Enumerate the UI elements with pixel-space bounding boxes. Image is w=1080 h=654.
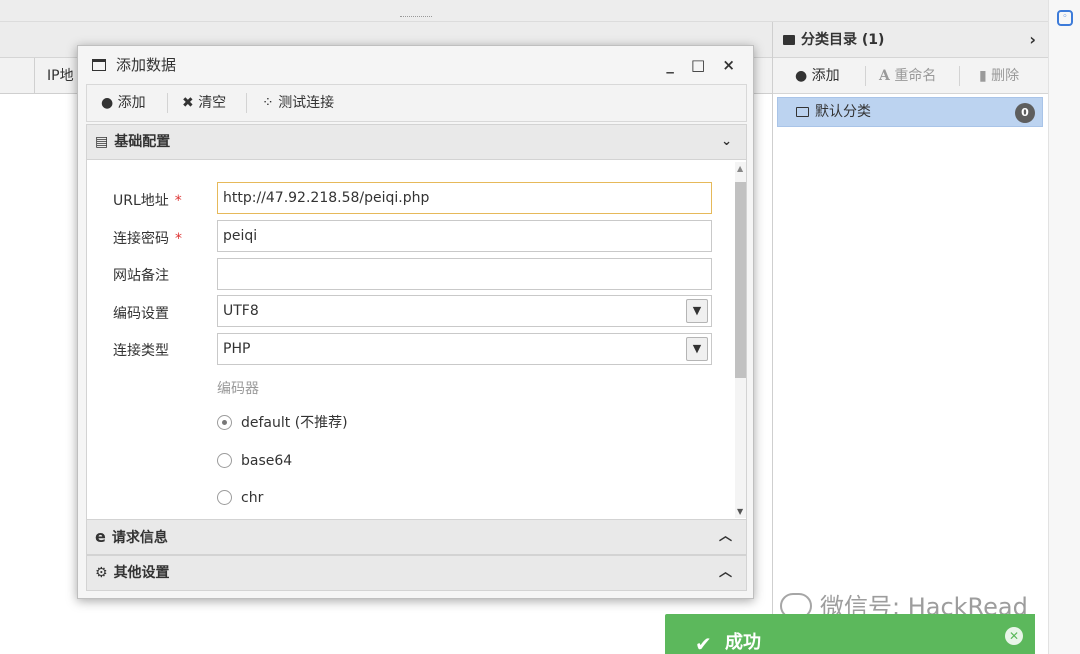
section-other-label: 其他设置 xyxy=(113,565,170,581)
dialog-add-button[interactable]: ● 添加 xyxy=(101,85,146,121)
section-basic-label: 基础配置 xyxy=(114,134,171,150)
category-item-default[interactable]: 默认分类 0 xyxy=(777,97,1043,127)
clear-label: 清空 xyxy=(198,95,227,111)
category-item-label: 默认分类 xyxy=(815,104,871,120)
gears-icon: ⚙ xyxy=(95,565,108,581)
toast-message: 成功 xyxy=(725,632,761,653)
top-strip xyxy=(0,0,1048,22)
success-toast: ✔ 成功 ✕ xyxy=(665,614,1035,654)
note-input[interactable] xyxy=(217,258,712,290)
toolbar-divider xyxy=(167,93,168,113)
chevron-up-icon: ︿ xyxy=(718,529,732,544)
encoder-label: 编码器 xyxy=(217,381,259,397)
basic-config-form: URL地址 * http://47.92.218.58/peiqi.php 连接密… xyxy=(86,160,747,520)
scroll-up-icon[interactable]: ▲ xyxy=(737,164,743,173)
required-mark: * xyxy=(174,193,182,209)
category-rename-button[interactable]: A 重命名 xyxy=(879,58,936,94)
section-basic-header[interactable]: ▤ 基础配置 ⌄ xyxy=(86,124,747,160)
right-edge-bar: ◦ xyxy=(1048,0,1080,654)
radio-selected-icon[interactable] xyxy=(217,415,232,430)
password-label-text: 连接密码 xyxy=(113,231,169,247)
toolbar-divider xyxy=(246,93,247,113)
encoding-value: UTF8 xyxy=(223,303,259,319)
plus-circle-icon: ● xyxy=(795,68,808,84)
section-other-header[interactable]: ⚙ 其他设置 ︿ xyxy=(86,555,747,591)
dialog-titlebar[interactable]: 添加数据 _ □ × xyxy=(78,46,753,84)
encoding-label: 编码设置 xyxy=(113,306,169,322)
drag-grip[interactable] xyxy=(400,16,432,17)
section-request-header[interactable]: e 请求信息 ︿ xyxy=(86,519,747,555)
folder-icon xyxy=(783,35,795,45)
chevron-down-icon: ⌄ xyxy=(721,134,732,149)
close-icon[interactable]: ✕ xyxy=(1005,627,1023,645)
font-icon: A xyxy=(879,68,890,84)
dialog-toolbar: ● 添加 ✖ 清空 ⁘ 测试连接 xyxy=(86,84,747,122)
ie-icon: e xyxy=(95,527,106,546)
toolbar-divider xyxy=(865,66,866,86)
dialog-title: 添加数据 xyxy=(116,56,177,74)
url-input[interactable]: http://47.92.218.58/peiqi.php xyxy=(217,182,712,214)
radio-icon[interactable] xyxy=(217,490,232,505)
section-request-label: 请求信息 xyxy=(111,530,168,546)
close-icon: ✖ xyxy=(182,95,194,111)
password-label: 连接密码 * xyxy=(113,228,182,248)
category-panel-header: 分类目录 (1) › xyxy=(773,22,1048,58)
chevron-down-icon[interactable]: ▼ xyxy=(686,299,708,323)
category-panel-title: 分类目录 (1) xyxy=(801,32,885,48)
encoder-option-label: base64 xyxy=(241,453,293,469)
dialog-add-label: 添加 xyxy=(117,95,146,111)
url-label-text: URL地址 xyxy=(113,193,169,209)
note-label: 网站备注 xyxy=(113,268,169,284)
category-toolbar: ● 添加 A 重命名 ▮ 删除 xyxy=(773,58,1048,94)
encoder-option-base64[interactable]: base64 xyxy=(217,452,292,470)
add-data-dialog: 添加数据 _ □ × ● 添加 ✖ 清空 ⁘ 测试连接 ▤ 基础配置 ⌄ URL地… xyxy=(77,45,754,599)
test-connection-label: 测试连接 xyxy=(278,95,335,111)
scroll-down-icon[interactable]: ▼ xyxy=(737,507,743,516)
type-label: 连接类型 xyxy=(113,343,169,359)
encoding-select[interactable]: UTF8 ▼ xyxy=(217,295,712,327)
toolbar-divider xyxy=(959,66,960,86)
url-label: URL地址 * xyxy=(113,190,182,210)
test-connection-button[interactable]: ⁘ 测试连接 xyxy=(262,85,334,121)
category-rename-label: 重命名 xyxy=(894,68,937,84)
column-ip[interactable]: IP地 xyxy=(34,58,74,94)
plus-circle-icon: ● xyxy=(101,95,114,111)
encoder-option-label: chr xyxy=(241,490,264,506)
check-icon: ✔ xyxy=(695,632,712,654)
category-add-label: 添加 xyxy=(811,68,840,84)
window-icon xyxy=(92,59,106,71)
category-add-button[interactable]: ● 添加 xyxy=(795,58,840,94)
trash-icon: ▮ xyxy=(979,68,987,84)
folder-outline-icon xyxy=(796,107,809,117)
scan-icon[interactable]: ◦ xyxy=(1057,10,1073,26)
chevron-up-icon: ︿ xyxy=(718,565,732,580)
radio-icon[interactable] xyxy=(217,453,232,468)
spinner-icon: ⁘ xyxy=(262,95,274,111)
category-delete-label: 删除 xyxy=(991,68,1020,84)
required-mark: * xyxy=(175,231,182,247)
form-scrollbar[interactable]: ▲ ▼ xyxy=(735,162,746,518)
file-icon: ▤ xyxy=(95,134,109,150)
category-delete-button[interactable]: ▮ 删除 xyxy=(979,58,1019,94)
password-input[interactable]: peiqi xyxy=(217,220,712,252)
category-panel: 分类目录 (1) › ● 添加 A 重命名 ▮ 删除 默认分类 0 xyxy=(772,22,1048,654)
clear-button[interactable]: ✖ 清空 xyxy=(182,85,226,121)
count-badge: 0 xyxy=(1015,103,1035,123)
type-value: PHP xyxy=(223,341,251,357)
type-select[interactable]: PHP ▼ xyxy=(217,333,712,365)
encoder-option-label: default (不推荐) xyxy=(241,415,348,431)
scrollbar-thumb[interactable] xyxy=(735,182,746,378)
window-controls[interactable]: _ □ × xyxy=(666,46,741,84)
encoder-option-default[interactable]: default (不推荐) xyxy=(217,414,348,432)
chevron-right-icon[interactable]: › xyxy=(1029,22,1036,58)
encoder-option-chr[interactable]: chr xyxy=(217,489,263,507)
chevron-down-icon[interactable]: ▼ xyxy=(686,337,708,361)
